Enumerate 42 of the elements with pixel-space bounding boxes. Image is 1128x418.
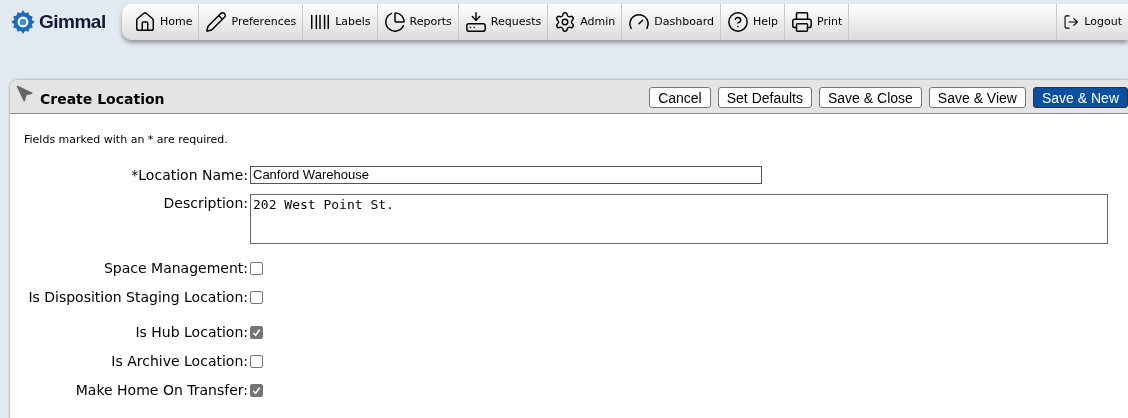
action-button[interactable]: Set Defaults (717, 87, 812, 108)
checkbox[interactable] (250, 261, 263, 275)
required-note: Fields marked with an * are required. (24, 132, 229, 148)
checkbox-label: Make Home On Transfer: (74, 380, 249, 400)
field-label: Description: (162, 193, 249, 212)
checkbox-label: Space Management: (102, 258, 249, 278)
panel-title: Create Location (40, 90, 165, 109)
action-button[interactable]: Save & New (1032, 87, 1128, 108)
nav-button[interactable]: Dashboard (622, 4, 721, 40)
action-button[interactable]: Save & Close (819, 87, 922, 108)
settings-icon (554, 11, 577, 33)
checkbox[interactable] (250, 325, 263, 339)
nav-button[interactable]: Admin (548, 4, 623, 40)
nav-button[interactable]: Print (785, 4, 850, 40)
download-tray-icon (464, 11, 487, 33)
nav-button[interactable]: Labels (303, 4, 378, 40)
field-label: *Location Name: (130, 165, 249, 184)
gear-logo-icon (10, 9, 36, 35)
description-field[interactable]: 202 West Point St. (250, 193, 1108, 244)
checkbox[interactable] (250, 383, 263, 397)
checkbox-label: Is Archive Location: (110, 351, 249, 371)
checkbox-label: Is Hub Location: (134, 322, 249, 342)
checkbox-label: Is Disposition Staging Location: (27, 287, 249, 307)
nav-button[interactable]: Reports (377, 4, 459, 40)
logout-button[interactable]: Logout (1056, 4, 1128, 40)
home-icon (134, 11, 156, 33)
printer-icon (791, 11, 814, 33)
location-name-field[interactable]: Canford Warehouse (250, 165, 762, 184)
nav-button[interactable]: Preferences (199, 4, 304, 40)
nav-button[interactable]: Requests (458, 4, 549, 40)
logo-text: Gimmal (39, 9, 106, 34)
pie-chart-icon (383, 11, 406, 33)
action-button[interactable]: Save & View (928, 87, 1026, 108)
nav-button[interactable]: Help (720, 4, 786, 40)
logout-icon (1063, 12, 1080, 32)
action-button[interactable]: Cancel (649, 87, 711, 108)
navigation-arrow-icon (16, 84, 34, 103)
checkbox[interactable] (250, 354, 263, 368)
pencil-icon (205, 11, 228, 33)
help-icon (726, 11, 749, 33)
checkbox[interactable] (250, 290, 263, 304)
nav-button[interactable]: Home (128, 4, 200, 40)
